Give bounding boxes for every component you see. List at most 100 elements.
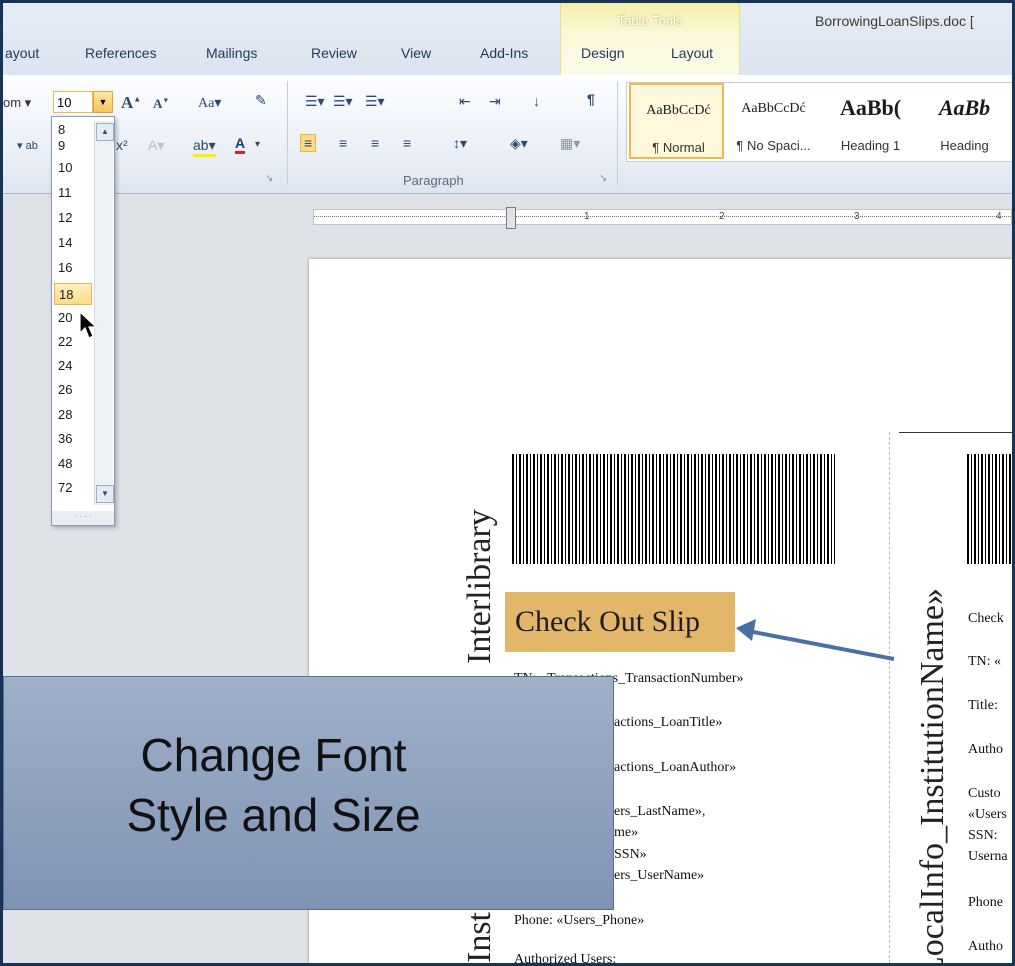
align-right-icon[interactable]: ≡ — [371, 135, 379, 151]
paragraph-dialog-launcher-icon[interactable]: ↘ — [599, 173, 607, 184]
callout-text: Change Font Style and Size — [4, 725, 543, 845]
text-effects-icon[interactable]: A▾ — [148, 137, 164, 154]
style-heading-1[interactable]: AaBb( Heading 1 — [823, 83, 918, 159]
tab-page-layout[interactable]: ayout — [5, 45, 39, 61]
shading-icon[interactable]: ◈▾ — [510, 135, 528, 152]
style-normal[interactable]: AaBbCcDć ¶ Normal — [629, 83, 724, 159]
font-size-option[interactable]: 36 — [54, 428, 92, 450]
multilevel-list-icon[interactable]: ☰▾ — [365, 93, 385, 110]
field-right-author: Autho — [968, 742, 1003, 757]
style-label: ¶ Normal — [652, 140, 705, 155]
resize-grip-icon[interactable]: · · · · — [52, 511, 114, 525]
field-right-username: Userna — [968, 849, 1008, 864]
home-ribbon: om ▾ 10 ▼ A▲ A▼ Aa▾ ✎ ▾ ab x² A▾ ab▾ A ▾… — [3, 75, 1012, 194]
strikethrough-icon[interactable]: ▾ ab — [17, 139, 38, 152]
font-size-option[interactable]: 24 — [54, 355, 92, 377]
field-right-ssn: SSN: — [968, 828, 998, 843]
bullets-icon[interactable]: ☰▾ — [305, 93, 325, 110]
font-size-option-selected[interactable]: 18 — [54, 283, 92, 305]
borders-icon[interactable]: ▦▾ — [560, 135, 580, 152]
font-size-input[interactable]: 10 — [53, 91, 93, 113]
superscript-icon[interactable]: x² — [116, 137, 128, 153]
clear-formatting-icon[interactable]: ✎ — [255, 92, 267, 109]
ruler-mark: 2 — [719, 211, 725, 222]
style-preview: AaBbCcDć — [646, 103, 711, 118]
style-label: Heading — [940, 138, 989, 153]
ruler-mark: 1 — [584, 211, 590, 222]
font-size-option[interactable]: 16 — [54, 257, 92, 279]
styles-gallery: AaBbCcDć ¶ Normal AaBbCcDć ¶ No Spaci...… — [626, 82, 1012, 162]
scroll-up-icon[interactable]: ▲ — [96, 123, 114, 141]
style-preview: AaBb( — [839, 95, 902, 120]
tab-mailings[interactable]: Mailings — [206, 45, 257, 61]
callout-arrow — [736, 619, 895, 661]
show-formatting-marks-icon[interactable]: ¶ — [587, 91, 595, 107]
tab-add-ins[interactable]: Add-Ins — [480, 45, 528, 61]
table-border — [899, 432, 1012, 433]
align-center-icon[interactable]: ≡ — [339, 135, 347, 151]
field-right-title: Title: — [968, 698, 998, 713]
field-username: ers_UserName» — [614, 868, 705, 883]
field-authorized-users: Authorized Users: — [514, 952, 617, 963]
font-size-option[interactable]: 48 — [54, 453, 92, 475]
font-name-combo[interactable]: om ▾ — [3, 95, 31, 111]
font-size-option[interactable]: 28 — [54, 404, 92, 426]
tab-references[interactable]: References — [85, 45, 157, 61]
check-out-slip-heading[interactable]: Check Out Slip — [505, 592, 735, 652]
font-color-icon[interactable]: A — [235, 135, 246, 154]
font-size-dropdown-button[interactable]: ▼ — [93, 91, 113, 113]
tab-table-layout[interactable]: Layout — [671, 45, 713, 61]
field-last-name: ers_LastName», — [614, 804, 706, 819]
scroll-down-icon[interactable]: ▼ — [96, 485, 114, 503]
font-size-option[interactable]: 9 — [54, 135, 92, 157]
change-case-icon[interactable]: Aa▾ — [198, 95, 221, 112]
justify-icon[interactable]: ≡ — [403, 135, 411, 151]
line-spacing-icon[interactable]: ↕▾ — [453, 135, 467, 152]
horizontal-ruler[interactable]: 1 2 3 4 — [313, 207, 1012, 229]
arrow-shaft — [747, 629, 895, 661]
field-right-users: «Users — [968, 807, 1007, 822]
field-loan-author: actions_LoanAuthor» — [614, 760, 737, 775]
indent-marker[interactable] — [506, 207, 516, 229]
highlight-icon[interactable]: ab▾ — [193, 137, 216, 157]
field-loan-title: actions_LoanTitle» — [614, 715, 723, 730]
style-no-spacing[interactable]: AaBbCcDć ¶ No Spaci... — [726, 83, 821, 159]
font-size-option[interactable]: 26 — [54, 379, 92, 401]
tab-view[interactable]: View — [401, 45, 431, 61]
table-gridline — [889, 432, 890, 963]
shrink-font-icon[interactable]: A▼ — [153, 96, 169, 112]
tab-design[interactable]: Design — [581, 45, 625, 61]
numbering-icon[interactable]: ☰▾ — [333, 93, 353, 110]
field-right-tn: TN: « — [968, 654, 1002, 669]
tab-review[interactable]: Review — [311, 45, 357, 61]
font-dialog-launcher-icon[interactable]: ↘ — [265, 173, 273, 184]
font-size-option[interactable]: 14 — [54, 232, 92, 254]
paragraph-group-label: Paragraph — [403, 173, 464, 188]
word-window: ayout References Mailings Review View Ad… — [3, 3, 1012, 963]
group-separator — [287, 81, 288, 185]
font-size-option[interactable]: 12 — [54, 207, 92, 229]
table-tools-context: Table Tools Design Layout — [560, 3, 740, 75]
font-size-option[interactable]: 11 — [54, 182, 92, 204]
font-size-option[interactable]: 10 — [54, 157, 92, 179]
font-size-option[interactable]: 72 — [54, 477, 92, 499]
align-left-icon[interactable]: ≡ — [300, 134, 317, 152]
font-color-dropdown-icon[interactable]: ▾ — [255, 139, 260, 150]
field-right-authorized: Autho — [968, 939, 1003, 954]
field-right-check: Check — [968, 611, 1004, 626]
vertical-label-institution-name: «LocalInfo_InstitutionName» — [914, 587, 951, 963]
style-heading-2[interactable]: AaBb Heading — [917, 83, 1012, 159]
increase-indent-icon[interactable]: ⇥ — [489, 93, 501, 110]
pointer-shape — [79, 311, 98, 339]
arrow-head — [736, 619, 756, 641]
style-label: ¶ No Spaci... — [736, 138, 811, 153]
sort-icon[interactable]: ↓ — [533, 93, 540, 109]
ruler-mark: 4 — [996, 211, 1002, 222]
decrease-indent-icon[interactable]: ⇤ — [459, 93, 471, 110]
ribbon-tab-bar: ayout References Mailings Review View Ad… — [3, 3, 1012, 76]
grow-font-icon[interactable]: A▲ — [121, 93, 141, 113]
field-right-phone: Phone — [968, 895, 1003, 910]
field-right-customer: Custo — [968, 786, 1001, 801]
tutorial-callout: Change Font Style and Size — [3, 676, 614, 910]
style-preview: AaBbCcDć — [741, 101, 806, 116]
